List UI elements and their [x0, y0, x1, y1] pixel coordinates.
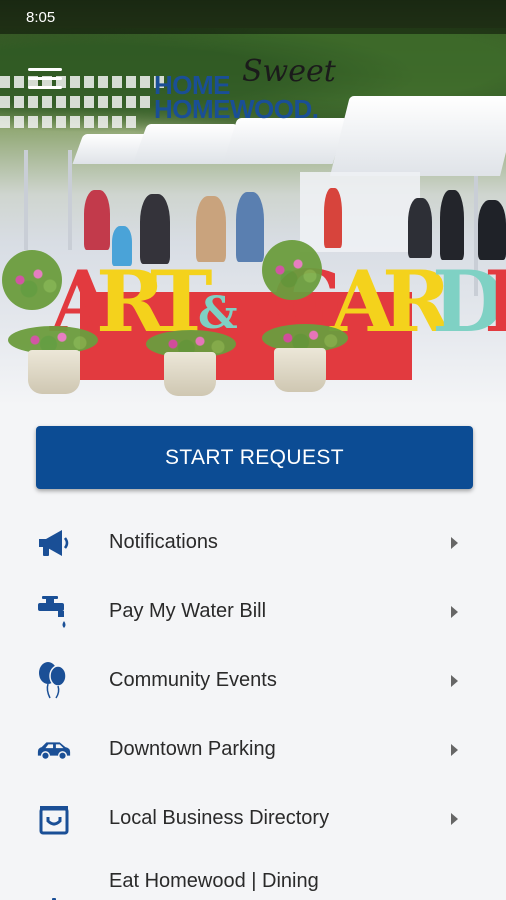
- bunting-flags: [0, 96, 150, 108]
- menu-item-eat-homewood-dining[interactable]: Eat Homewood | Dining: [0, 850, 506, 900]
- shopper: [236, 192, 264, 262]
- tent-wall: [300, 172, 420, 252]
- status-time: 8:05: [26, 9, 56, 26]
- chevron-right-icon: [451, 537, 458, 549]
- shopper: [324, 188, 342, 248]
- dining-cloche-icon: [36, 890, 72, 900]
- planter-pot: [28, 350, 80, 394]
- chevron-right-icon: [451, 606, 458, 618]
- balloons-icon: [36, 662, 72, 699]
- menu-item-label: Pay My Water Bill: [109, 600, 267, 622]
- chevron-right-icon: [451, 744, 458, 756]
- menu-item-local-business-directory[interactable]: Local Business Directory: [0, 781, 506, 850]
- shopper: [84, 190, 110, 250]
- logo-sweet-script: Sweet: [242, 54, 336, 89]
- logo-homewood-text: HOMEWOOD.: [154, 94, 319, 124]
- bunting-flags: [0, 76, 170, 88]
- flower-bed: [2, 250, 62, 310]
- services-menu-list: Notifications Pay My Water Bill Communit…: [0, 505, 506, 900]
- car-icon: [36, 732, 72, 768]
- water-faucet-icon: [36, 594, 72, 630]
- shopper: [440, 190, 464, 260]
- planter-pot: [164, 352, 216, 396]
- menu-item-notifications[interactable]: Notifications: [0, 505, 506, 574]
- menu-item-label: Community Events: [109, 669, 277, 691]
- menu-item-label: Local Business Directory: [109, 807, 330, 829]
- chevron-right-icon: [451, 813, 458, 825]
- start-request-button[interactable]: START REQUEST: [36, 426, 473, 489]
- shopping-bag-icon: [36, 801, 72, 837]
- tent-pole: [68, 150, 72, 250]
- chevron-right-icon: [451, 675, 458, 687]
- status-bar: 8:05: [0, 0, 506, 34]
- planter-pot: [274, 348, 326, 392]
- menu-item-pay-water-bill[interactable]: Pay My Water Bill: [0, 574, 506, 643]
- shopper: [478, 200, 506, 260]
- market-tent: [132, 124, 238, 164]
- megaphone-icon: [36, 525, 72, 561]
- home-sweet-homewood-logo: HOME Sweet HOMEWOOD.: [154, 54, 359, 128]
- menu-item-downtown-parking[interactable]: Downtown Parking: [0, 712, 506, 781]
- menu-item-label: Eat Homewood | Dining: [109, 870, 319, 892]
- menu-item-label: Notifications: [109, 531, 218, 553]
- shopper: [408, 198, 432, 258]
- bunting-flags: [0, 116, 140, 128]
- sign-letter: &: [198, 288, 238, 339]
- tent-pole: [24, 150, 28, 250]
- hamburger-menu-icon[interactable]: [28, 68, 62, 94]
- sign-letter: E: [484, 260, 506, 344]
- menu-item-community-events[interactable]: Community Events: [0, 643, 506, 712]
- menu-item-label: Downtown Parking: [109, 738, 276, 760]
- flower-bed: [262, 240, 322, 300]
